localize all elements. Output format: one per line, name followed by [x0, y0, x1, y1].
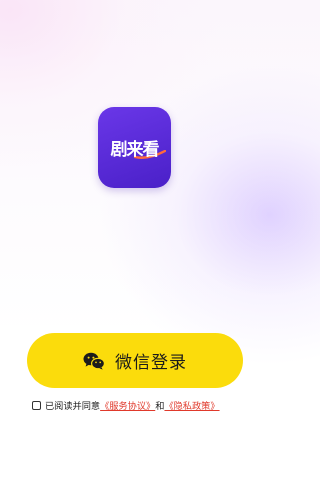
app-logo: 剧来看	[98, 107, 171, 188]
agreement-prefix: 已阅读并同意	[45, 401, 101, 412]
login-button-label: 微信登录	[115, 353, 187, 373]
wechat-icon	[83, 352, 105, 370]
agree-checkbox[interactable]	[32, 400, 41, 410]
app-logo-text: 剧来看	[110, 140, 160, 160]
agreement-conjunction: 和	[155, 401, 165, 412]
privacy-policy-link[interactable]: 《隐私政策》	[164, 398, 219, 412]
service-agreement-link[interactable]: 《服务协议》	[100, 398, 155, 412]
agreement-row: 已阅读并同意 《服务协议》 和 《隐私政策》	[32, 398, 220, 412]
wechat-login-button[interactable]: 微信登录	[27, 333, 243, 388]
